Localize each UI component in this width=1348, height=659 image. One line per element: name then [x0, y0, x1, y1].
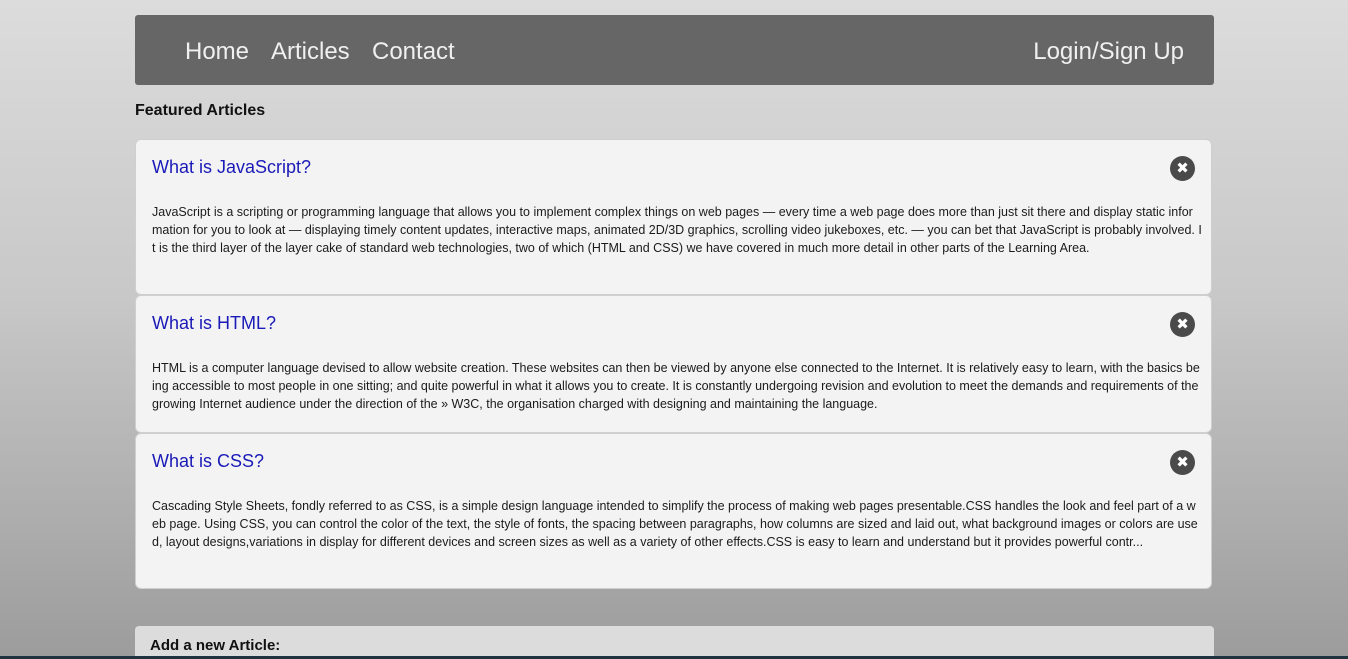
add-article-panel: Add a new Article: [135, 626, 1214, 659]
article-title-link[interactable]: What is HTML? [152, 312, 276, 334]
article-body: HTML is a computer language devised to a… [152, 361, 1200, 411]
close-icon[interactable]: ✖ [1170, 312, 1195, 337]
article-card-css: What is CSS? ✖ Cascading Style Sheets, f… [135, 433, 1212, 589]
navbar: Home Articles Contact Login/Sign Up [135, 15, 1214, 85]
nav-articles-link[interactable]: Articles [271, 37, 350, 67]
article-card-javascript: What is JavaScript? ✖ JavaScript is a sc… [135, 139, 1212, 295]
nav-contact-link[interactable]: Contact [372, 37, 455, 67]
article-body: Cascading Style Sheets, fondly referred … [152, 499, 1198, 549]
featured-articles-heading: Featured Articles [135, 102, 266, 119]
article-title-link[interactable]: What is JavaScript? [152, 156, 311, 178]
add-article-heading: Add a new Article: [150, 637, 281, 654]
close-icon[interactable]: ✖ [1170, 450, 1195, 475]
close-icon[interactable]: ✖ [1170, 156, 1195, 181]
article-title-link[interactable]: What is CSS? [152, 450, 264, 472]
article-body: JavaScript is a scripting or programming… [152, 205, 1202, 255]
nav-login-signup-link[interactable]: Login/Sign Up [1033, 37, 1184, 67]
nav-home-link[interactable]: Home [185, 37, 249, 67]
article-card-html: What is HTML? ✖ HTML is a computer langu… [135, 295, 1212, 433]
